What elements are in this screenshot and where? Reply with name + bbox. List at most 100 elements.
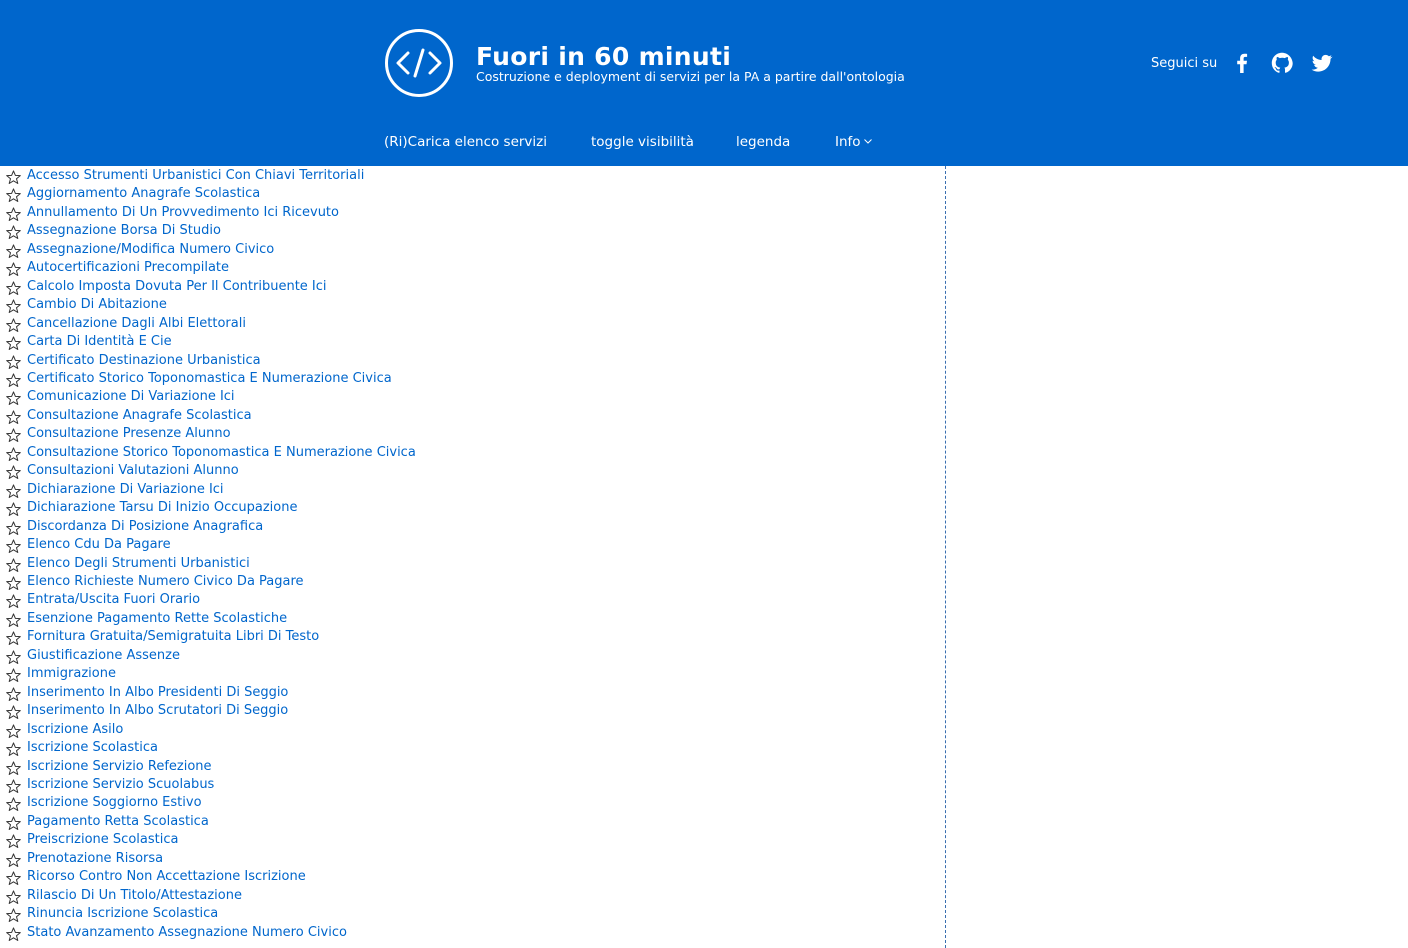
service-link[interactable]: Consultazione Anagrafe Scolastica [27,407,252,425]
star-icon[interactable] [6,668,21,683]
site-subtitle: Costruzione e deployment di servizi per … [476,69,905,84]
star-icon[interactable] [6,853,21,868]
star-icon[interactable] [6,613,21,628]
star-icon[interactable] [6,779,21,794]
service-link[interactable]: Elenco Degli Strumenti Urbanistici [27,555,250,573]
star-icon[interactable] [6,465,21,480]
star-icon[interactable] [6,705,21,720]
service-link[interactable]: Dichiarazione Di Variazione Ici [27,481,224,499]
service-link[interactable]: Iscrizione Servizio Refezione [27,758,212,776]
star-icon[interactable] [6,816,21,831]
star-icon[interactable] [6,687,21,702]
service-link[interactable]: Dichiarazione Tarsu Di Inizio Occupazion… [27,499,297,517]
service-link[interactable]: Iscrizione Servizio Scuolabus [27,776,214,794]
service-link[interactable]: Consultazione Storico Toponomastica E Nu… [27,444,416,462]
service-link[interactable]: Consultazioni Valutazioni Alunno [27,462,239,480]
star-icon[interactable] [6,890,21,905]
service-link[interactable]: Cancellazione Dagli Albi Elettorali [27,315,246,333]
service-link[interactable]: Ricorso Contro Non Accettazione Iscrizio… [27,868,306,886]
star-icon[interactable] [6,207,21,222]
service-link[interactable]: Carta Di Identità E Cie [27,333,172,351]
service-link[interactable]: Esenzione Pagamento Rette Scolastiche [27,610,287,628]
service-item: Accesso Strumenti Urbanistici Con Chiavi… [0,167,945,185]
service-link[interactable]: Annullamento Di Un Provvedimento Ici Ric… [27,204,339,222]
service-item: Autocertificazioni Precompilate [0,259,945,277]
star-icon[interactable] [6,502,21,517]
reload-services-link[interactable]: (Ri)Carica elenco servizi [384,134,547,150]
info-dropdown[interactable]: Info [835,134,872,150]
service-link[interactable]: Assegnazione Borsa Di Studio [27,222,221,240]
service-link[interactable]: Certificato Storico Toponomastica E Nume… [27,370,392,388]
star-icon[interactable] [6,170,21,185]
facebook-icon[interactable] [1230,51,1254,75]
service-link[interactable]: Aggiornamento Anagrafe Scolastica [27,185,260,203]
service-link[interactable]: Discordanza Di Posizione Anagrafica [27,518,263,536]
service-link[interactable]: Iscrizione Soggiorno Estivo [27,794,202,812]
service-link[interactable]: Prenotazione Risorsa [27,850,163,868]
legend-link[interactable]: legenda [736,134,790,150]
service-link[interactable]: Calcolo Imposta Dovuta Per Il Contribuen… [27,278,327,296]
service-link[interactable]: Inserimento In Albo Presidenti Di Seggio [27,684,288,702]
star-icon[interactable] [6,594,21,609]
service-link[interactable]: Inserimento In Albo Scrutatori Di Seggio [27,702,288,720]
star-icon[interactable] [6,557,21,573]
star-icon[interactable] [6,871,21,886]
star-icon[interactable] [6,373,21,388]
star-icon[interactable] [6,631,21,646]
star-icon[interactable] [6,262,21,277]
star-icon[interactable] [6,484,21,499]
service-link[interactable]: Elenco Richieste Numero Civico Da Pagare [27,573,304,591]
service-link[interactable]: Preiscrizione Scolastica [27,831,178,849]
service-link[interactable]: Immigrazione [27,665,116,683]
star-icon[interactable] [6,576,21,591]
service-link[interactable]: Cambio Di Abitazione [27,296,167,314]
star-icon[interactable] [6,225,21,240]
star-icon[interactable] [6,797,21,812]
star-icon[interactable] [6,521,21,536]
toggle-visibility-link[interactable]: toggle visibilità [591,134,694,150]
star-icon[interactable] [6,650,21,665]
star-icon[interactable] [6,244,21,259]
service-link[interactable]: Certificato Destinazione Urbanistica [27,352,261,370]
star-icon[interactable] [6,428,21,443]
star-icon[interactable] [6,336,21,351]
service-link[interactable]: Rilascio Di Un Titolo/Attestazione [27,887,242,905]
star-icon[interactable] [6,723,21,739]
chevron-down-icon [863,139,872,144]
service-link[interactable]: Consultazione Presenze Alunno [27,425,231,443]
service-link[interactable]: Giustificazione Assenze [27,647,180,665]
star-icon[interactable] [6,447,21,462]
service-link[interactable]: Autocertificazioni Precompilate [27,259,229,277]
service-link[interactable]: Assegnazione/Modifica Numero Civico [27,241,274,259]
service-link[interactable]: Elenco Cdu Da Pagare [27,536,171,554]
github-icon[interactable] [1270,51,1294,75]
star-icon[interactable] [6,742,21,757]
star-icon[interactable] [6,539,21,554]
star-icon[interactable] [6,391,21,406]
service-link[interactable]: Pagamento Retta Scolastica [27,813,209,831]
star-icon[interactable] [6,834,21,849]
star-icon[interactable] [6,354,21,370]
service-item: Assegnazione Borsa Di Studio [0,222,945,240]
services-panel: Accesso Strumenti Urbanistici Con Chiavi… [0,166,946,948]
service-item: Ricorso Contro Non Accettazione Iscrizio… [0,868,945,886]
star-icon[interactable] [6,318,21,333]
service-link[interactable]: Accesso Strumenti Urbanistici Con Chiavi… [27,167,364,185]
service-link[interactable]: Comunicazione Di Variazione Ici [27,388,235,406]
service-link[interactable]: Fornitura Gratuita/Semigratuita Libri Di… [27,628,319,646]
service-link[interactable]: Iscrizione Asilo [27,721,123,739]
service-link[interactable]: Iscrizione Scolastica [27,739,158,757]
service-link[interactable]: Stato Avanzamento Assegnazione Numero Ci… [27,924,347,942]
service-link[interactable]: Rinuncia Iscrizione Scolastica [27,905,218,923]
twitter-icon[interactable] [1310,51,1334,75]
star-icon[interactable] [6,410,21,425]
star-icon[interactable] [6,188,21,203]
star-icon[interactable] [6,281,21,296]
service-link[interactable]: Entrata/Uscita Fuori Orario [27,591,200,609]
service-item: Dichiarazione Tarsu Di Inizio Occupazion… [0,499,945,517]
star-icon[interactable] [6,908,21,923]
service-item: Carta Di Identità E Cie [0,333,945,351]
star-icon[interactable] [6,760,21,776]
star-icon[interactable] [6,926,21,942]
star-icon[interactable] [6,299,21,314]
